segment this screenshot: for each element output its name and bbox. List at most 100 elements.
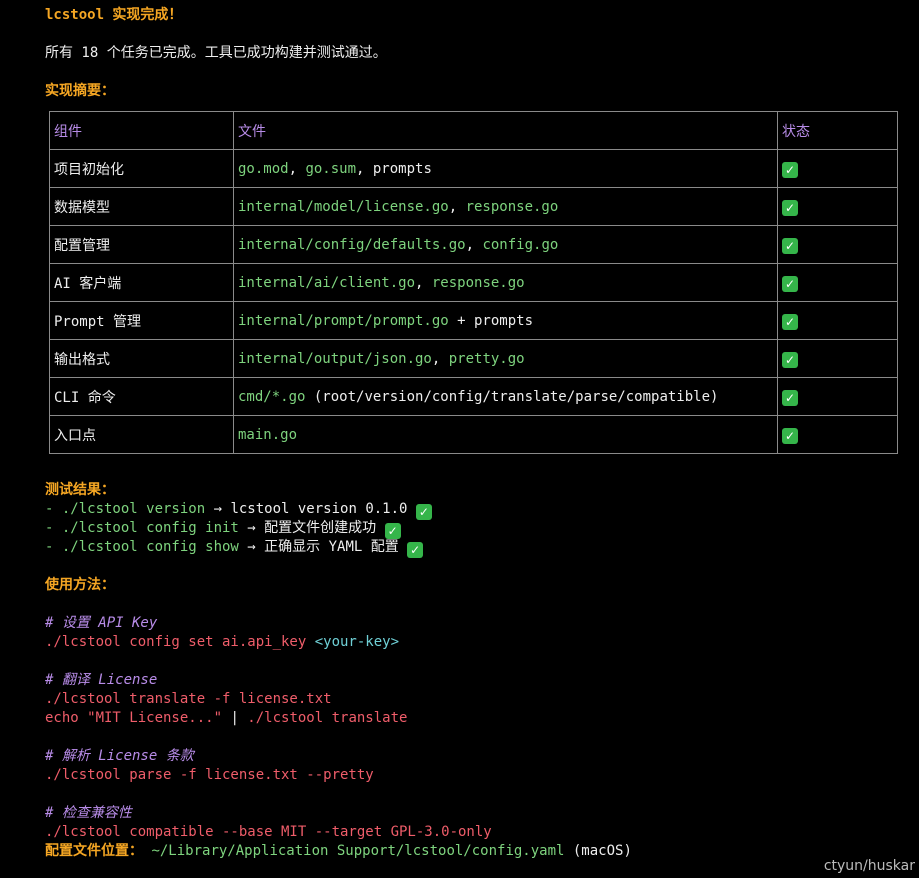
files-cell: cmd/*.go (root/version/config/translate/… <box>233 377 778 416</box>
usage-heading: 使用方法： <box>45 577 115 593</box>
status-cell: ✓ <box>777 415 898 454</box>
component-cell: 项目初始化 <box>49 149 234 188</box>
table-row: 项目初始化 go.mod, go.sum, prompts ✓ <box>49 149 898 188</box>
test-result-line: - ./lcstool version → lcstool version 0.… <box>45 500 432 520</box>
check-icon: ✓ <box>384 523 401 539</box>
component-cell: AI 客户端 <box>49 263 234 302</box>
config-location-note: (macOS) <box>564 843 632 859</box>
status-cell: ✓ <box>777 263 898 302</box>
table-row: 数据模型 internal/model/license.go, response.… <box>49 187 898 226</box>
code-line: ./lcstool translate -f license.txt <box>45 691 332 707</box>
component-cell: 输出格式 <box>49 339 234 378</box>
test-output: 配置文件创建成功 <box>264 520 377 536</box>
file-path: config.go <box>482 236 559 253</box>
command-text: echo "MIT License..." <box>45 710 231 726</box>
component-cell: Prompt 管理 <box>49 301 234 340</box>
component-cell: 数据模型 <box>49 187 234 226</box>
code-comment: # 翻译 License <box>45 672 158 688</box>
file-separator: (root/version/config/translate/parse/com… <box>305 388 719 405</box>
files-cell: main.go <box>233 415 778 454</box>
file-path: go.sum <box>305 160 357 177</box>
title-line: lcstool 实现完成！ <box>45 7 183 23</box>
table-row: 入口点 main.go ✓ <box>49 415 898 454</box>
check-icon: ✓ <box>782 162 798 178</box>
table-header-row: 组件 文件 状态 <box>49 111 898 150</box>
header-component: 组件 <box>49 111 234 150</box>
file-separator: , <box>431 350 449 367</box>
status-cell: ✓ <box>777 225 898 264</box>
code-line: ./lcstool parse -f license.txt --pretty <box>45 767 374 783</box>
command-text: ./lcstool config set ai.api_key <box>45 634 315 650</box>
files-cell: go.mod, go.sum, prompts <box>233 149 778 188</box>
test-command: ./lcstool version <box>61 501 206 517</box>
code-line: echo "MIT License..." | ./lcstool transl… <box>45 709 407 728</box>
file-separator: + prompts <box>448 312 534 329</box>
arrow-icon: → <box>238 520 265 536</box>
table-row: Prompt 管理 internal/prompt/prompt.go + pro… <box>49 301 898 340</box>
code-line: ./lcstool compatible --base MIT --target… <box>45 824 492 840</box>
table-row: 配置管理 internal/config/defaults.go, config.… <box>49 225 898 264</box>
test-command: ./lcstool config init <box>61 520 239 536</box>
file-separator: , <box>288 160 306 177</box>
table-row: 输出格式 internal/output/json.go, pretty.go ✓ <box>49 339 898 378</box>
check-icon: ✓ <box>782 352 798 368</box>
file-path: internal/config/defaults.go <box>238 236 466 253</box>
component-cell: CLI 命令 <box>49 377 234 416</box>
header-files: 文件 <box>233 111 778 150</box>
check-icon: ✓ <box>782 390 798 406</box>
check-icon: ✓ <box>782 238 798 254</box>
config-location-path: ~/Library/Application Support/lcstool/co… <box>151 843 565 859</box>
test-command: ./lcstool config show <box>61 539 239 555</box>
table-body: 项目初始化 go.mod, go.sum, prompts ✓ 数据模型 interna… <box>49 149 898 454</box>
file-separator: , <box>465 236 483 253</box>
implementation-table: 组件 文件 状态 项目初始化 go.mod, go.sum, prompts ✓ 数据… <box>49 111 898 454</box>
file-path: internal/ai/client.go <box>238 274 416 291</box>
status-cell: ✓ <box>777 377 898 416</box>
files-cell: internal/ai/client.go, response.go <box>233 263 778 302</box>
file-path: pretty.go <box>448 350 525 367</box>
table-row: AI 客户端 internal/ai/client.go, response.go… <box>49 263 898 302</box>
status-cell: ✓ <box>777 149 898 188</box>
check-icon: ✓ <box>415 504 432 520</box>
list-dash: - <box>45 501 62 517</box>
file-path: response.go <box>431 274 525 291</box>
code-comment: # 设置 API Key <box>45 615 158 631</box>
files-cell: internal/output/json.go, pretty.go <box>233 339 778 378</box>
header-status: 状态 <box>777 111 898 150</box>
arrow-icon: → <box>205 501 231 517</box>
pipe-symbol: | <box>230 710 248 726</box>
file-path: internal/model/license.go <box>238 198 449 215</box>
config-location-label: 配置文件位置： <box>45 843 143 859</box>
file-path: cmd/*.go <box>238 388 306 405</box>
test-heading: 测试结果： <box>45 482 115 498</box>
check-icon: ✓ <box>782 276 798 292</box>
command-text: ./lcstool translate <box>247 710 408 726</box>
watermark: ctyun/huskar <box>823 858 915 874</box>
files-cell: internal/prompt/prompt.go + prompts <box>233 301 778 340</box>
check-icon: ✓ <box>407 542 424 558</box>
file-path: internal/output/json.go <box>238 350 432 367</box>
files-cell: internal/config/defaults.go, config.go <box>233 225 778 264</box>
placeholder-arg: <your-key> <box>314 634 400 650</box>
test-result-line: - ./lcstool config init → 配置文件创建成功 ✓ <box>45 519 401 539</box>
impl-heading: 实现摘要： <box>45 83 115 99</box>
test-output: 正确显示 YAML 配置 <box>264 539 399 555</box>
summary-line: 所有 18 个任务已完成。工具已成功构建并测试通过。 <box>45 45 387 61</box>
file-path: go.mod <box>238 160 289 177</box>
file-separator: , prompts <box>356 160 432 177</box>
code-comment: # 检查兼容性 <box>45 805 132 821</box>
files-cell: internal/model/license.go, response.go <box>233 187 778 226</box>
arrow-icon: → <box>238 539 265 555</box>
status-cell: ✓ <box>777 187 898 226</box>
file-path: internal/prompt/prompt.go <box>238 312 449 329</box>
file-path: response.go <box>465 198 559 215</box>
config-location-line: 配置文件位置： ~/Library/Application Support/lc… <box>45 842 632 861</box>
check-icon: ✓ <box>782 200 798 216</box>
list-dash: - <box>45 539 62 555</box>
file-separator: , <box>448 198 466 215</box>
component-cell: 入口点 <box>49 415 234 454</box>
check-icon: ✓ <box>782 428 798 444</box>
check-icon: ✓ <box>782 314 798 330</box>
test-output: lcstool version 0.1.0 <box>230 501 408 517</box>
code-comment: # 解析 License 条款 <box>45 748 194 764</box>
